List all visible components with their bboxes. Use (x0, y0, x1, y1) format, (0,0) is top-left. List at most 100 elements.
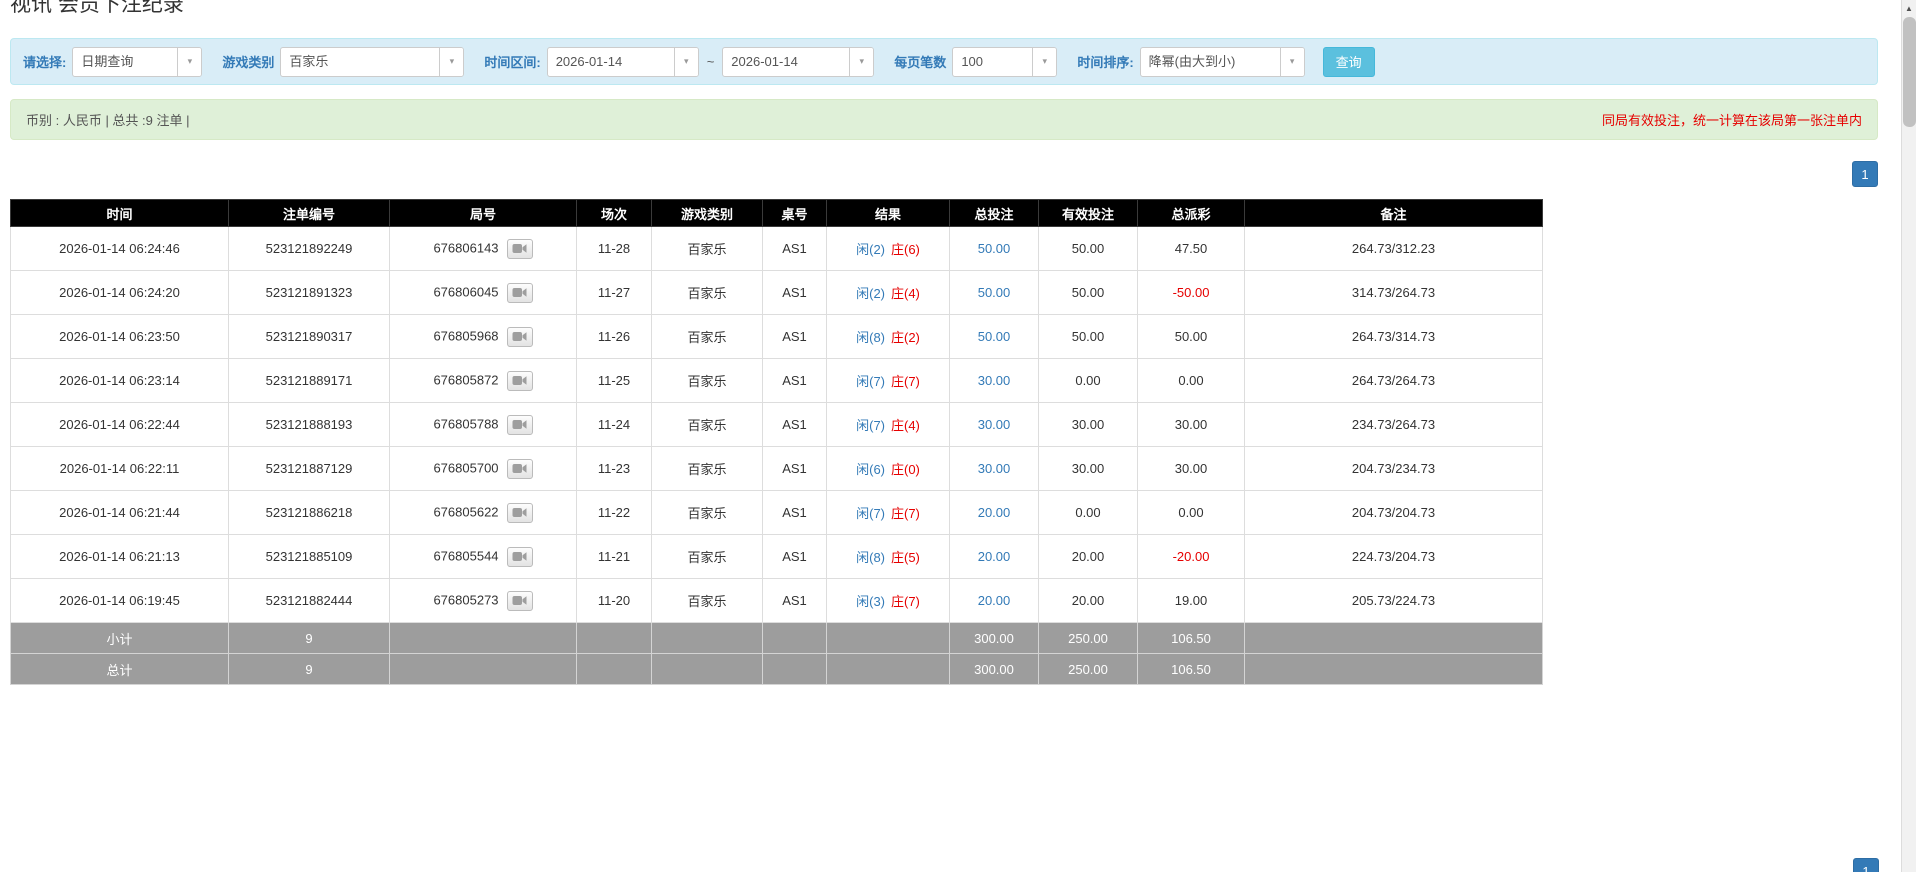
result-player: 闲(7) (856, 418, 885, 433)
scrollbar-thumb[interactable] (1903, 17, 1916, 127)
payout-cell: 0.00 (1137, 490, 1245, 535)
summary-note-text: 同局有效投注，统一计算在该局第一张注单内 (1601, 113, 1862, 128)
query-type-dropdown[interactable]: 日期查询 ▾ (72, 46, 203, 77)
date-to-dropdown[interactable]: 2026-01-14 ▾ (722, 46, 875, 77)
total-bet-link[interactable]: 50.00 (978, 329, 1011, 344)
game-category-dropdown[interactable]: 百家乐 ▾ (280, 46, 465, 77)
round-id: 676806045 (433, 283, 499, 299)
result-cell: 闲(3) 庄(7) (826, 578, 950, 623)
result-player: 闲(2) (856, 242, 885, 257)
empty-cell (651, 622, 763, 654)
vertical-scrollbar[interactable]: ▲ (1901, 0, 1916, 872)
per-page-value: 100 (961, 53, 984, 69)
total-bet-link[interactable]: 20.00 (978, 549, 1011, 564)
total-row: 总计 9 300.00 250.00 106.50 (10, 653, 1543, 685)
bet-id-cell: 523121892249 (228, 226, 390, 271)
total-bet-cell: 20.00 (949, 578, 1039, 623)
page-1-button[interactable]: 1 (1852, 161, 1878, 187)
table-body: 2026-01-14 06:24:46 523121892249 676806143… (10, 226, 1543, 623)
result-cell: 闲(6) 庄(0) (826, 446, 950, 491)
result-banker: 庄(7) (891, 506, 920, 521)
total-total-bet: 300.00 (949, 653, 1039, 685)
per-page-dropdown[interactable]: 100 ▾ (952, 46, 1058, 77)
video-replay-icon[interactable] (506, 238, 533, 259)
remark-cell: 204.73/234.73 (1244, 446, 1543, 491)
result-player: 闲(8) (856, 330, 885, 345)
payout-cell: 30.00 (1137, 402, 1245, 447)
summary-bar: 币别 : 人民币 | 总共 :9 注单 | 同局有效投注，统一计算在该局第一张注… (10, 99, 1878, 140)
total-bet-cell: 20.00 (949, 490, 1039, 535)
result-banker: 庄(4) (891, 286, 920, 301)
total-payout: 106.50 (1137, 653, 1245, 685)
search-button[interactable]: 查询 (1322, 46, 1375, 77)
subtotal-valid-bet: 250.00 (1038, 622, 1138, 654)
column-header: 时间 (10, 199, 229, 227)
filter-bar: 请选择: 日期查询 ▾ 游戏类别 百家乐 ▾ 时间区间: 2026-01-14 … (10, 38, 1878, 85)
remark-cell: 234.73/264.73 (1244, 402, 1543, 447)
remark-cell: 205.73/224.73 (1244, 578, 1543, 623)
table-no-cell: AS1 (762, 314, 827, 359)
date-from-dropdown[interactable]: 2026-01-14 ▾ (546, 46, 699, 77)
payout-cell: 0.00 (1137, 358, 1245, 403)
game-cell: 百家乐 (651, 490, 763, 535)
game-cell: 百家乐 (651, 578, 763, 623)
video-replay-icon[interactable] (506, 590, 533, 611)
result-player: 闲(3) (856, 594, 885, 609)
video-replay-icon[interactable] (506, 458, 533, 479)
column-header: 游戏类别 (651, 199, 763, 227)
round-cell: 676805273 (389, 578, 577, 623)
total-bet-link[interactable]: 20.00 (978, 505, 1011, 520)
column-header: 有效投注 (1038, 199, 1138, 227)
video-replay-icon[interactable] (506, 282, 533, 303)
time-sort-dropdown[interactable]: 降幂(由大到小) ▾ (1139, 46, 1305, 77)
video-replay-icon[interactable] (506, 502, 533, 523)
column-header: 桌号 (762, 199, 827, 227)
payout-cell: 19.00 (1137, 578, 1245, 623)
payout-cell: -50.00 (1137, 270, 1245, 315)
remark-cell: 204.73/204.73 (1244, 490, 1543, 535)
scroll-up-arrow[interactable]: ▲ (1902, 0, 1916, 16)
record-row: 2026-01-14 06:19:45 523121882444 676805273… (10, 578, 1543, 623)
table-no-cell: AS1 (762, 534, 827, 579)
valid-bet-cell: 0.00 (1038, 490, 1138, 535)
record-row: 2026-01-14 06:21:44 523121886218 676805622… (10, 490, 1543, 535)
title-clip: 视讯 会员下注纪录 (10, 0, 1878, 20)
valid-bet-cell: 30.00 (1038, 446, 1138, 491)
total-bet-link[interactable]: 50.00 (978, 241, 1011, 256)
round-cell: 676806045 (389, 270, 577, 315)
result-banker: 庄(4) (891, 418, 920, 433)
video-replay-icon[interactable] (506, 414, 533, 435)
total-bet-link[interactable]: 30.00 (978, 461, 1011, 476)
game-category-value: 百家乐 (289, 53, 329, 69)
total-bet-cell: 30.00 (949, 358, 1039, 403)
column-header: 总派彩 (1137, 199, 1245, 227)
video-replay-icon[interactable] (506, 370, 533, 391)
total-bet-link[interactable]: 30.00 (978, 417, 1011, 432)
session-cell: 11-25 (576, 358, 652, 403)
subtotal-label: 小计 (10, 622, 229, 654)
summary-info-text: 币别 : 人民币 | 总共 :9 注单 | (26, 113, 190, 128)
video-replay-icon[interactable] (506, 546, 533, 567)
bet-id-cell: 523121890317 (228, 314, 390, 359)
page-1-button-bottom[interactable]: 1 (1853, 858, 1879, 872)
payout-value: 19.00 (1174, 593, 1208, 608)
record-row: 2026-01-14 06:22:44 523121888193 676805788… (10, 402, 1543, 447)
round-id: 676805872 (433, 371, 499, 387)
remark-cell: 224.73/204.73 (1244, 534, 1543, 579)
time-range-label: 时间区间: (484, 55, 541, 70)
total-bet-link[interactable]: 50.00 (978, 285, 1011, 300)
bet-id-cell: 523121882444 (228, 578, 390, 623)
total-count: 9 (228, 653, 390, 685)
payout-value: 30.00 (1174, 417, 1208, 432)
total-bet-link[interactable]: 30.00 (978, 373, 1011, 388)
record-row: 2026-01-14 06:24:46 523121892249 676806143… (10, 226, 1543, 271)
total-bet-link[interactable]: 20.00 (978, 593, 1011, 608)
remark-cell: 264.73/264.73 (1244, 358, 1543, 403)
game-cell: 百家乐 (651, 534, 763, 579)
video-replay-icon[interactable] (506, 326, 533, 347)
result-cell: 闲(7) 庄(7) (826, 358, 950, 403)
result-player: 闲(6) (856, 462, 885, 477)
round-cell: 676806143 (389, 226, 577, 271)
round-id: 676805788 (433, 415, 499, 431)
result-banker: 庄(7) (891, 374, 920, 389)
